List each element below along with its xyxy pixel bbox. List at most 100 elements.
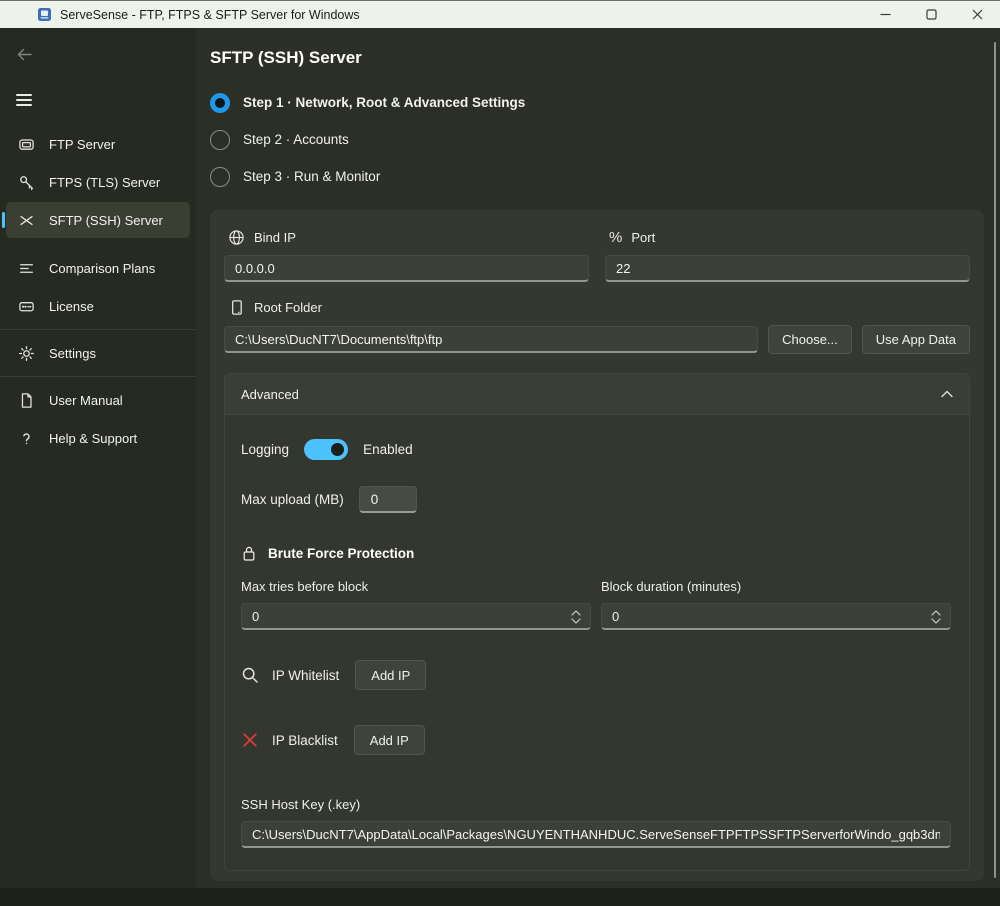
gear-icon — [16, 343, 36, 363]
sidebar-item-label: Comparison Plans — [49, 261, 155, 276]
root-folder-label: Root Folder — [254, 300, 322, 315]
list-lines-icon — [16, 258, 36, 278]
step-2-radio[interactable]: Step 2 · Accounts — [210, 121, 1000, 158]
window-title: ServeSense - FTP, FTPS & SFTP Server for… — [60, 8, 360, 22]
ip-whitelist-label: IP Whitelist — [272, 668, 339, 683]
use-app-data-button[interactable]: Use App Data — [862, 325, 970, 354]
radio-unselected-icon — [210, 130, 230, 150]
key-icon — [16, 172, 36, 192]
logging-state-label: Enabled — [363, 442, 413, 457]
sidebar-item-label: User Manual — [49, 393, 123, 408]
page-title: SFTP (SSH) Server — [210, 48, 1000, 68]
step-3-radio[interactable]: Step 3 · Run & Monitor — [210, 158, 1000, 195]
sidebar-item-ftps-server[interactable]: FTPS (TLS) Server — [6, 164, 190, 200]
blacklist-add-ip-button[interactable]: Add IP — [354, 725, 425, 755]
step-radio-group: Step 1 · Network, Root & Advanced Settin… — [210, 84, 1000, 195]
radio-unselected-icon — [210, 167, 230, 187]
port-label: Port — [631, 230, 655, 245]
title-bar: ServeSense - FTP, FTPS & SFTP Server for… — [0, 0, 1000, 28]
logging-row: Logging Enabled — [241, 439, 951, 460]
main-content: SFTP (SSH) Server Step 1 · Network, Root… — [196, 28, 1000, 888]
bind-ip-field-group: Bind IP — [224, 224, 589, 282]
root-folder-field-group: Root Folder Choose... Use App Data — [224, 298, 970, 354]
sidebar-item-help-support[interactable]: Help & Support — [6, 420, 190, 456]
max-tries-label: Max tries before block — [241, 579, 591, 594]
max-tries-field — [241, 603, 591, 630]
back-button[interactable] — [16, 42, 40, 66]
block-duration-input[interactable] — [601, 603, 951, 630]
sidebar-item-license[interactable]: License — [6, 288, 190, 324]
port-field-group: % Port — [605, 224, 970, 282]
ip-blacklist-row: IP Blacklist Add IP — [241, 725, 951, 755]
sidebar-item-comparison-plans[interactable]: Comparison Plans — [6, 250, 190, 286]
terminal-cross-icon — [16, 210, 36, 230]
sidebar-item-user-manual[interactable]: User Manual — [6, 382, 190, 418]
red-x-icon — [241, 731, 259, 749]
settings-card: Bind IP % Port — [210, 210, 984, 881]
sidebar-divider — [0, 376, 196, 377]
ip-whitelist-row: IP Whitelist Add IP — [241, 660, 951, 690]
search-icon — [241, 666, 259, 684]
selected-indicator — [2, 212, 5, 228]
brute-force-title: Brute Force Protection — [268, 546, 414, 561]
sidebar-item-label: License — [49, 299, 94, 314]
step-label: Step 3 · Run & Monitor — [243, 169, 380, 184]
root-folder-input[interactable] — [224, 326, 758, 353]
choose-button[interactable]: Choose... — [768, 325, 852, 354]
max-upload-label: Max upload (MB) — [241, 492, 344, 507]
ip-blacklist-label: IP Blacklist — [272, 733, 338, 748]
advanced-label: Advanced — [241, 387, 299, 402]
sidebar: FTP Server FTPS (TLS) Server SFTP (SSH) … — [0, 28, 196, 888]
step-label: Step 2 · Accounts — [243, 132, 349, 147]
minimize-button[interactable] — [862, 1, 908, 28]
whitelist-add-ip-button[interactable]: Add IP — [355, 660, 426, 690]
sidebar-item-sftp-server[interactable]: SFTP (SSH) Server — [6, 202, 190, 238]
port-input[interactable] — [605, 255, 970, 282]
nav-gap — [0, 240, 196, 248]
block-duration-field — [601, 603, 951, 630]
bind-ip-label: Bind IP — [254, 230, 296, 245]
radio-selected-icon — [210, 93, 230, 113]
sidebar-divider — [0, 329, 196, 330]
sidebar-item-settings[interactable]: Settings — [6, 335, 190, 371]
advanced-expander-header[interactable]: Advanced — [225, 374, 969, 414]
max-tries-input[interactable] — [241, 603, 591, 630]
window-bottom-edge — [0, 888, 1000, 906]
step-label: Step 1 · Network, Root & Advanced Settin… — [243, 95, 525, 110]
step-1-radio[interactable]: Step 1 · Network, Root & Advanced Settin… — [210, 84, 1000, 121]
vertical-scrollbar[interactable] — [994, 42, 996, 878]
sidebar-item-label: FTPS (TLS) Server — [49, 175, 160, 190]
lock-icon — [241, 545, 257, 562]
logging-toggle[interactable] — [304, 439, 348, 460]
app-icon — [37, 7, 52, 22]
server-icon — [16, 134, 36, 154]
window-controls — [862, 1, 1000, 28]
folder-page-icon — [228, 299, 245, 316]
question-icon — [16, 428, 36, 448]
sidebar-item-label: Help & Support — [49, 431, 137, 446]
percent-icon: % — [609, 229, 622, 246]
license-card-icon — [16, 296, 36, 316]
document-icon — [16, 390, 36, 410]
toggle-knob — [331, 443, 344, 456]
sidebar-item-label: SFTP (SSH) Server — [49, 213, 163, 228]
logging-label: Logging — [241, 442, 289, 457]
ssh-host-key-input[interactable] — [241, 821, 951, 848]
bind-ip-input[interactable] — [224, 255, 589, 282]
sidebar-item-ftp-server[interactable]: FTP Server — [6, 126, 190, 162]
sidebar-item-label: FTP Server — [49, 137, 115, 152]
brute-force-title-row: Brute Force Protection — [241, 545, 951, 562]
close-button[interactable] — [954, 1, 1000, 28]
advanced-expander: Advanced Logging Enabled Max uploa — [224, 373, 970, 871]
maximize-button[interactable] — [908, 1, 954, 28]
app-body: FTP Server FTPS (TLS) Server SFTP (SSH) … — [0, 28, 1000, 888]
block-duration-label: Block duration (minutes) — [601, 579, 951, 594]
ssh-host-key-label: SSH Host Key (.key) — [241, 797, 951, 812]
globe-icon — [228, 229, 245, 246]
menu-toggle-button[interactable] — [16, 88, 40, 112]
chevron-up-icon — [941, 390, 953, 398]
number-spinner-icon[interactable] — [930, 609, 942, 625]
max-upload-input[interactable] — [359, 486, 417, 513]
advanced-expander-body: Logging Enabled Max upload (MB) — [225, 414, 969, 870]
number-spinner-icon[interactable] — [570, 609, 582, 625]
